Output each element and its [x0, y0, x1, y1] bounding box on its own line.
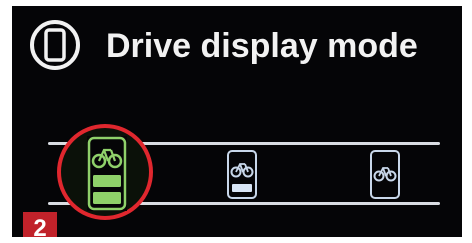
- mode-level-bar-1: [93, 175, 121, 187]
- drive-display-screen: Drive display mode 2: [12, 6, 462, 237]
- mode-level-bar-1: [232, 184, 252, 192]
- mode-option-2[interactable]: [226, 149, 258, 200]
- mode-option-3[interactable]: [369, 149, 401, 200]
- mode-level-bar-2: [93, 192, 121, 204]
- phone-cycle-icon: [30, 20, 80, 70]
- page-title: Drive display mode: [106, 27, 418, 65]
- callout-badge: 2: [23, 212, 57, 237]
- mode-option-1[interactable]: [87, 136, 127, 211]
